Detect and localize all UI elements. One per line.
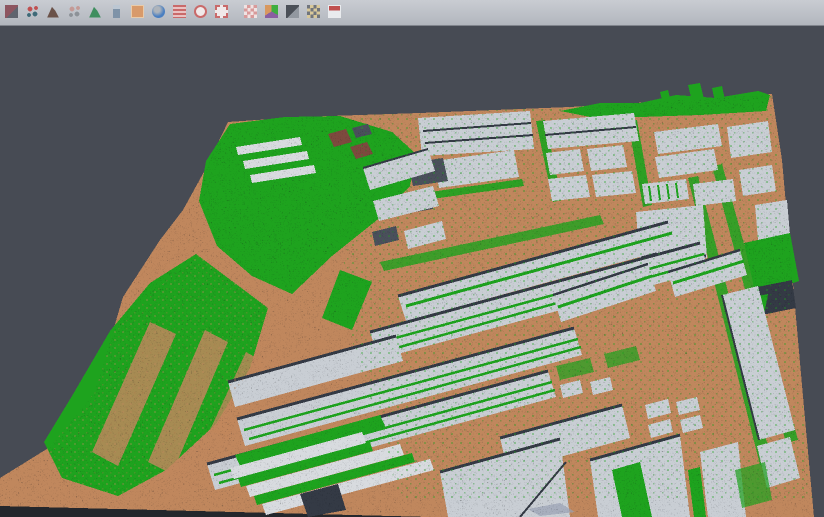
measure-sheet-icon-button[interactable] bbox=[304, 2, 322, 20]
flag-icon bbox=[328, 5, 341, 18]
point-cloud-scene bbox=[0, 26, 824, 517]
pick-points-icon bbox=[26, 5, 39, 18]
select-box-icon bbox=[215, 5, 228, 18]
ortho-tile-icon bbox=[131, 5, 144, 18]
globe-icon bbox=[152, 5, 165, 18]
select-box-icon-button[interactable] bbox=[212, 2, 230, 20]
pick-points-icon-button[interactable] bbox=[23, 2, 41, 20]
red-list-icon-button[interactable] bbox=[170, 2, 188, 20]
classes-palette-icon-button[interactable] bbox=[262, 2, 280, 20]
clip-box-icon bbox=[5, 5, 18, 18]
terrain-mound-icon bbox=[47, 5, 60, 18]
target-circle-icon-button[interactable] bbox=[191, 2, 209, 20]
main-toolbar bbox=[0, 0, 824, 26]
red-grid-icon-button[interactable] bbox=[241, 2, 259, 20]
profile-bar-icon bbox=[113, 5, 120, 18]
sparse-points-icon bbox=[68, 5, 81, 18]
3d-viewport[interactable] bbox=[0, 26, 824, 517]
red-grid-icon bbox=[244, 5, 257, 18]
green-hill-icon bbox=[89, 5, 102, 18]
binoculars-icon bbox=[286, 5, 299, 18]
clip-box-icon-button[interactable] bbox=[2, 2, 20, 20]
terrain-mound-icon-button[interactable] bbox=[44, 2, 62, 20]
classes-palette-icon bbox=[265, 5, 278, 18]
globe-icon-button[interactable] bbox=[149, 2, 167, 20]
flag-icon-button[interactable] bbox=[325, 2, 343, 20]
profile-bar-icon-button[interactable] bbox=[107, 2, 125, 20]
red-list-icon bbox=[173, 5, 186, 18]
measure-sheet-icon bbox=[307, 5, 320, 18]
sparse-points-icon-button[interactable] bbox=[65, 2, 83, 20]
point-cloud-grain bbox=[0, 26, 824, 517]
green-hill-icon-button[interactable] bbox=[86, 2, 104, 20]
ortho-tile-icon-button[interactable] bbox=[128, 2, 146, 20]
target-circle-icon bbox=[194, 5, 207, 18]
binoculars-icon-button[interactable] bbox=[283, 2, 301, 20]
